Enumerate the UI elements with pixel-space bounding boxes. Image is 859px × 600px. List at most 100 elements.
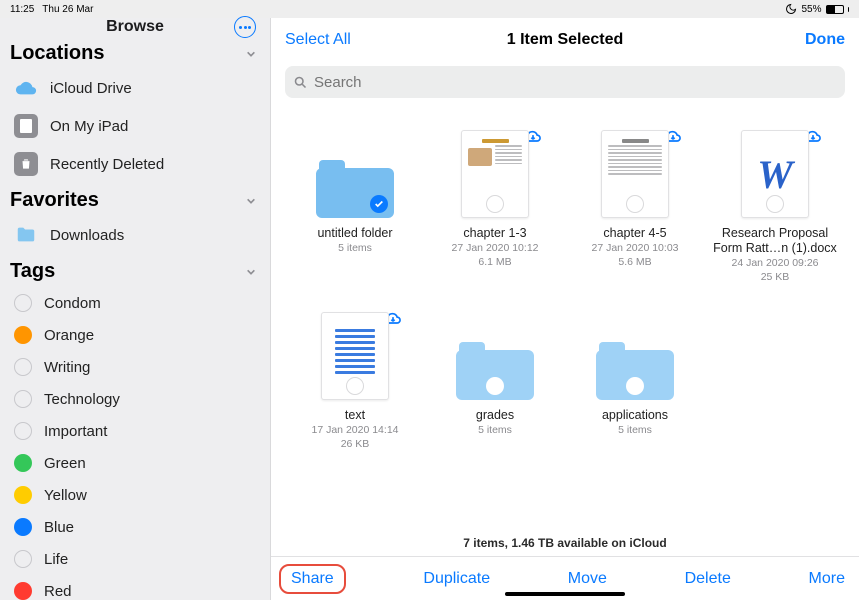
status-date: Thu 26 Mar (42, 4, 93, 15)
tag-label: Condom (44, 295, 101, 312)
sidebar-tag-blue[interactable]: Blue (0, 511, 270, 543)
favorites-header[interactable]: Favorites (0, 183, 270, 216)
sidebar-item-on-my-ipad[interactable]: On My iPad (0, 107, 270, 145)
chevron-down-icon (246, 267, 256, 277)
locations-header[interactable]: Locations (0, 36, 270, 69)
tag-label: Blue (44, 519, 74, 536)
share-button[interactable]: Share (279, 564, 346, 594)
battery-pct: 55% (801, 4, 821, 15)
duplicate-button[interactable]: Duplicate (423, 570, 490, 588)
tag-label: Writing (44, 359, 90, 376)
file-name: chapter 4-5 (603, 226, 666, 241)
document-thumbnail (601, 130, 669, 218)
sidebar-tag-orange[interactable]: Orange (0, 319, 270, 351)
text-document-icon (321, 312, 389, 400)
tags-header[interactable]: Tags (0, 254, 270, 287)
file-item-document[interactable]: chapter 4-5 27 Jan 2020 10:03 5.6 MB (570, 130, 700, 284)
file-name: grades (476, 408, 514, 423)
tag-label: Important (44, 423, 107, 440)
file-meta: 27 Jan 2020 10:12 (452, 242, 539, 255)
file-item-folder[interactable]: grades 5 items (430, 312, 560, 451)
file-name: chapter 1-3 (463, 226, 526, 241)
main: Select All 1 Item Selected Done (271, 18, 859, 600)
file-size: 26 KB (341, 438, 370, 451)
trash-icon (14, 152, 38, 176)
sidebar-more-button[interactable] (234, 16, 256, 38)
status-bar: 11:25 Thu 26 Mar 55% (0, 0, 859, 18)
page-title: 1 Item Selected (271, 31, 859, 49)
sidebar-item-label: On My iPad (50, 118, 128, 135)
selection-placeholder-icon (626, 377, 644, 395)
document-thumbnail (461, 130, 529, 218)
sidebar-item-downloads[interactable]: Downloads (0, 216, 270, 254)
file-meta: 27 Jan 2020 10:03 (592, 242, 679, 255)
tag-dot-icon (14, 486, 32, 504)
done-button[interactable]: Done (805, 31, 845, 49)
sidebar-tag-important[interactable]: Important (0, 415, 270, 447)
sidebar: Browse Locations iCloud Drive On My iPad (0, 18, 271, 600)
folder-icon (14, 223, 38, 247)
sidebar-item-icloud-drive[interactable]: iCloud Drive (0, 69, 270, 107)
tag-label: Red (44, 583, 72, 600)
sidebar-tag-yellow[interactable]: Yellow (0, 479, 270, 511)
tag-dot-icon (14, 294, 32, 312)
tag-label: Technology (44, 391, 120, 408)
checkmark-icon (370, 195, 388, 213)
file-name: text (345, 408, 365, 423)
more-button[interactable]: More (809, 570, 845, 588)
file-item-text[interactable]: text 17 Jan 2020 14:14 26 KB (290, 312, 420, 451)
tag-label: Life (44, 551, 68, 568)
file-item-folder[interactable]: applications 5 items (570, 312, 700, 451)
select-all-button[interactable]: Select All (285, 31, 351, 49)
move-button[interactable]: Move (568, 570, 607, 588)
chevron-down-icon (246, 196, 256, 206)
sidebar-item-recently-deleted[interactable]: Recently Deleted (0, 145, 270, 183)
search-field[interactable] (285, 66, 845, 98)
sidebar-tag-red[interactable]: Red (0, 575, 270, 600)
file-meta: 17 Jan 2020 14:14 (312, 424, 399, 437)
tag-dot-icon (14, 422, 32, 440)
file-size: 6.1 MB (478, 256, 511, 269)
tag-dot-icon (14, 390, 32, 408)
selection-placeholder-icon (486, 377, 504, 395)
footer-status: 7 items, 1.46 TB available on iCloud (271, 526, 859, 556)
battery-icon (826, 5, 844, 14)
tag-dot-icon (14, 358, 32, 376)
tag-dot-icon (14, 518, 32, 536)
file-item-folder[interactable]: untitled folder 5 items (290, 130, 420, 284)
dnd-icon (785, 3, 797, 15)
search-icon (293, 75, 308, 90)
tag-label: Orange (44, 327, 94, 344)
chevron-down-icon (246, 49, 256, 59)
search-input[interactable] (314, 74, 837, 91)
cloud-icon (14, 76, 38, 100)
file-name: Research Proposal Form Ratt…n (1).docx (711, 226, 839, 256)
status-time: 11:25 (10, 4, 34, 15)
folder-icon (316, 160, 394, 218)
tag-dot-icon (14, 582, 32, 600)
sidebar-item-label: Recently Deleted (50, 156, 164, 173)
word-document-icon: W (741, 130, 809, 218)
tag-dot-icon (14, 326, 32, 344)
file-meta: 24 Jan 2020 09:26 (732, 257, 819, 270)
folder-icon (456, 342, 534, 400)
ipad-icon (14, 114, 38, 138)
sidebar-tag-condom[interactable]: Condom (0, 287, 270, 319)
sidebar-title: Browse (106, 18, 164, 36)
tag-dot-icon (14, 454, 32, 472)
file-size: 5.6 MB (618, 256, 651, 269)
folder-icon (596, 342, 674, 400)
sidebar-tag-green[interactable]: Green (0, 447, 270, 479)
delete-button[interactable]: Delete (685, 570, 731, 588)
sidebar-tag-technology[interactable]: Technology (0, 383, 270, 415)
sidebar-item-label: Downloads (50, 227, 124, 244)
home-indicator[interactable] (505, 592, 625, 596)
sidebar-tag-life[interactable]: Life (0, 543, 270, 575)
file-name: untitled folder (317, 226, 392, 241)
file-item-word[interactable]: W Research Proposal Form Ratt…n (1).docx… (710, 130, 840, 284)
file-meta: 5 items (618, 424, 652, 437)
tag-label: Green (44, 455, 86, 472)
tag-dot-icon (14, 550, 32, 568)
sidebar-tag-writing[interactable]: Writing (0, 351, 270, 383)
file-item-document[interactable]: chapter 1-3 27 Jan 2020 10:12 6.1 MB (430, 130, 560, 284)
